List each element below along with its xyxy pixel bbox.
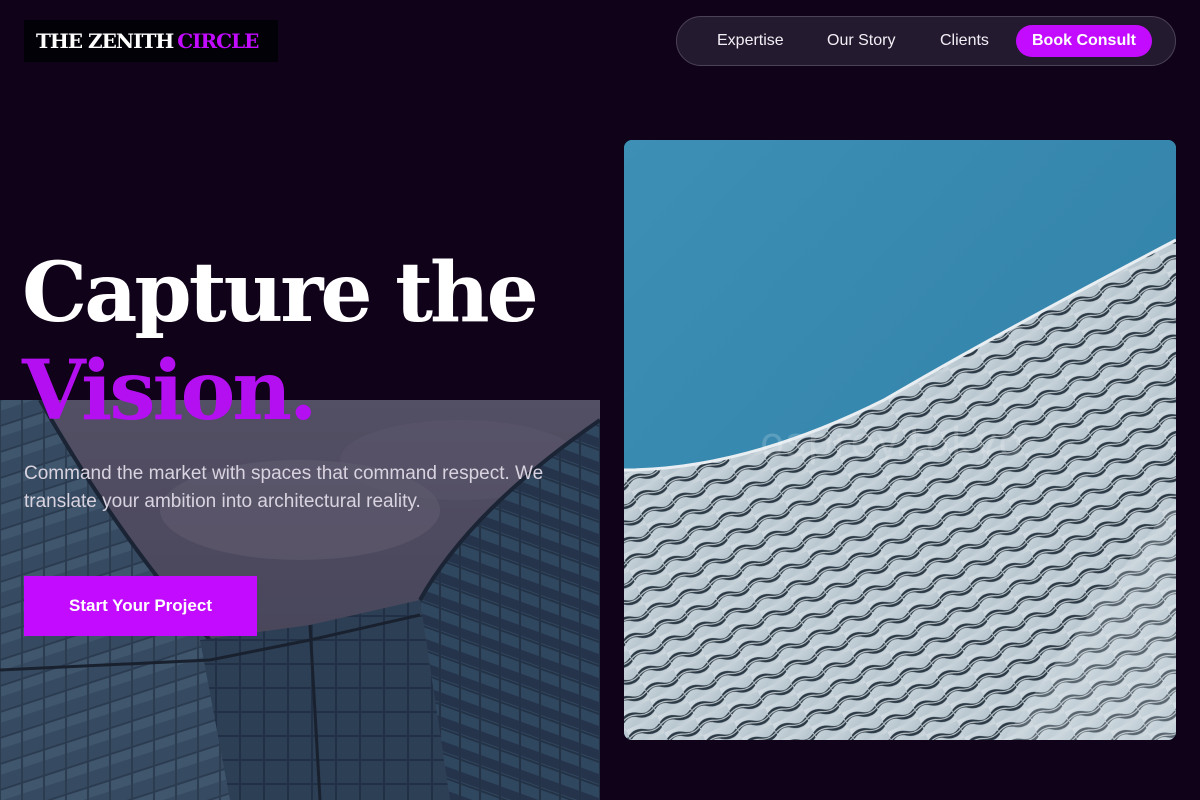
hero-description: Command the market with spaces that comm… xyxy=(24,463,544,512)
main-nav: Expertise Our Story Clients Book Consult xyxy=(676,16,1176,66)
headline-line-2: Vision. xyxy=(22,343,318,439)
nav-link-our-story[interactable]: Our Story xyxy=(827,17,895,65)
headline-line-1: Capture the xyxy=(22,245,539,341)
hero-headline: Capture the Vision. xyxy=(22,244,602,440)
nav-link-clients[interactable]: Clients xyxy=(940,17,989,65)
book-consult-button[interactable]: Book Consult xyxy=(1016,25,1152,57)
photo-watermark: osprey.tokyo xyxy=(760,420,1024,466)
start-project-button[interactable]: Start Your Project xyxy=(24,576,257,636)
logo-word-primary: THE ZENITH xyxy=(36,29,174,53)
brand-logo[interactable]: THE ZENITH CIRCLE xyxy=(24,20,278,62)
logo-word-accent: CIRCLE xyxy=(177,29,259,53)
architecture-photo: osprey.tokyo xyxy=(624,140,1176,740)
nav-link-expertise[interactable]: Expertise xyxy=(717,17,784,65)
